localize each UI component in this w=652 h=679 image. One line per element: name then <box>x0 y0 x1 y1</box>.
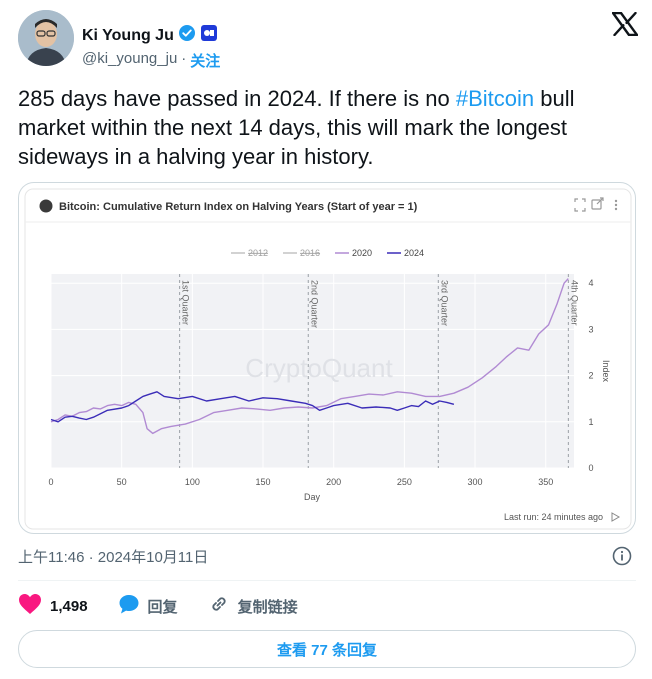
affiliate-badge-icon[interactable] <box>200 24 218 47</box>
author-avatar-icon <box>39 199 53 213</box>
tweet-header: Ki Young Ju @ki_young_ju · 关注 <box>18 10 639 70</box>
legend-item-2020[interactable]: 2020 <box>352 248 372 258</box>
quarter-label: 4th Quarter <box>569 280 579 326</box>
divider <box>18 580 636 581</box>
view-replies-button[interactable]: 查看 77 条回复 <box>18 630 636 668</box>
quarter-label: 1st Quarter <box>181 280 191 325</box>
timestamp[interactable]: 上午11:46 · 2024年10月11日 <box>18 549 208 566</box>
link-icon <box>208 593 230 619</box>
watermark: CryptoQuant <box>245 353 393 383</box>
x-axis-label: Day <box>304 492 321 502</box>
y-tick-label: 2 <box>588 371 593 381</box>
avatar[interactable] <box>18 10 74 66</box>
x-tick-label: 100 <box>185 477 200 487</box>
y-tick-label: 3 <box>588 324 593 334</box>
y-axis-label: Index <box>601 360 611 383</box>
chart-card[interactable]: Bitcoin: Cumulative Return Index on Halv… <box>18 182 636 534</box>
heart-icon <box>18 593 42 619</box>
info-icon[interactable] <box>612 546 632 570</box>
quarter-label: 2nd Quarter <box>309 280 319 328</box>
last-run-text: Last run: 24 minutes ago <box>504 512 603 522</box>
speech-bubble-icon <box>118 593 140 619</box>
x-logo-icon[interactable] <box>611 11 639 41</box>
like-count: 1,498 <box>50 597 88 615</box>
copy-link-button[interactable]: 复制链接 <box>208 593 298 619</box>
timestamp-row: 上午11:46 · 2024年10月11日 <box>18 546 636 570</box>
x-tick-label: 350 <box>538 477 553 487</box>
x-tick-label: 150 <box>256 477 271 487</box>
legend-item-2012[interactable]: 2012 <box>248 248 268 258</box>
legend-item-2016[interactable]: 2016 <box>300 248 320 258</box>
reply-label: 回复 <box>147 598 178 616</box>
y-tick-label: 1 <box>588 417 593 427</box>
tweet-text: 285 days have passed in 2024. If there i… <box>18 84 636 171</box>
verified-badge-icon <box>178 24 196 47</box>
author-name[interactable]: Ki Young Ju <box>82 27 174 45</box>
like-button[interactable]: 1,498 <box>18 593 88 619</box>
follow-button[interactable]: 关注 <box>190 50 220 71</box>
hashtag-link[interactable]: #Bitcoin <box>456 86 534 111</box>
quarter-label: 3rd Quarter <box>439 280 449 326</box>
y-tick-label: 4 <box>588 278 593 288</box>
x-tick-label: 250 <box>397 477 412 487</box>
copy-link-label: 复制链接 <box>237 598 298 616</box>
x-tick-label: 200 <box>326 477 341 487</box>
legend-item-2024[interactable]: 2024 <box>404 248 424 258</box>
author-handle[interactable]: @ki_young_ju <box>82 50 177 71</box>
x-tick-label: 0 <box>48 477 53 487</box>
chart-title: Bitcoin: Cumulative Return Index on Halv… <box>59 201 418 213</box>
tweet-text-part: 285 days have passed in 2024. If there i… <box>18 86 456 111</box>
reply-button[interactable]: 回复 <box>118 593 178 619</box>
action-bar: 1,498 回复 复制链接 <box>18 592 636 620</box>
x-tick-label: 300 <box>468 477 483 487</box>
handle-separator: · <box>181 50 187 67</box>
y-tick-label: 0 <box>588 463 593 473</box>
more-options-icon[interactable] <box>614 199 618 211</box>
x-tick-label: 50 <box>117 477 127 487</box>
chart: Bitcoin: Cumulative Return Index on Halv… <box>24 188 632 530</box>
